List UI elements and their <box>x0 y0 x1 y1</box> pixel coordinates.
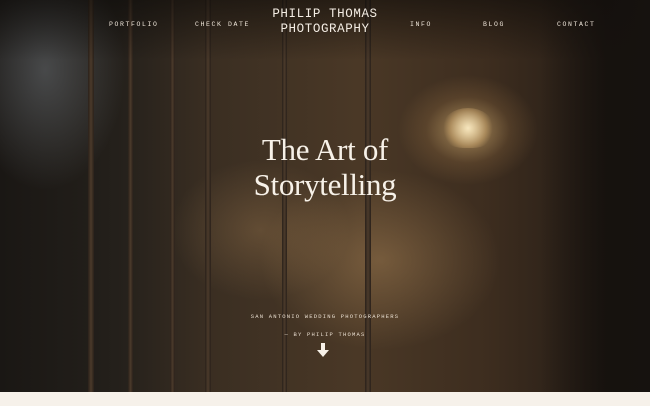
nav-link-check-date[interactable]: Check Date <box>195 21 250 28</box>
chandelier-glow <box>442 108 494 148</box>
brand-line-1: PHILIP THOMAS <box>272 7 378 21</box>
main-navigation: Portfolio Check Date PHILIP THOMAS PHOTO… <box>0 0 650 48</box>
hero-byline: — By Philip Thomas <box>284 331 366 338</box>
arrow-down-icon[interactable] <box>317 343 329 358</box>
hero-title-line-1: The Art of <box>261 132 389 167</box>
hero-title-line-2: Storytelling <box>253 167 397 202</box>
page-content-start <box>0 392 650 406</box>
brand-logo[interactable]: PHILIP THOMAS PHOTOGRAPHY <box>262 7 388 37</box>
nav-link-portfolio[interactable]: Portfolio <box>109 21 159 28</box>
hero-subtitle: San Antonio Wedding Photographers <box>250 313 400 320</box>
nav-link-info[interactable]: Info <box>410 21 432 28</box>
nav-link-blog[interactable]: Blog <box>483 21 505 28</box>
right-shade <box>540 0 650 392</box>
nav-link-contact[interactable]: Contact <box>557 21 596 28</box>
hero-title: The Art of Storytelling <box>215 132 435 202</box>
brand-line-2: PHOTOGRAPHY <box>280 22 370 36</box>
